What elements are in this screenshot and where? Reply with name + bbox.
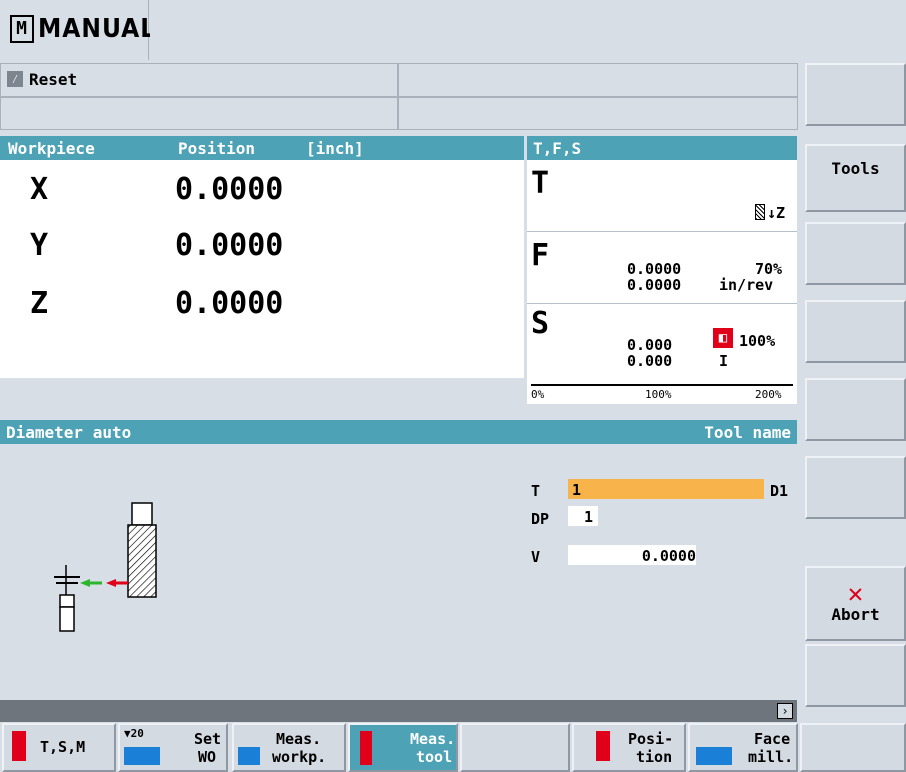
- meas-workpiece-icon: [238, 747, 260, 765]
- tool-name-label: Tool name: [704, 423, 791, 442]
- abort-softkey[interactable]: ✕ Abort: [805, 566, 906, 641]
- dialog-line: [0, 700, 797, 722]
- meas-workp-softkey[interactable]: Meas. workp.: [232, 723, 346, 772]
- set-wo-icon: [124, 747, 160, 765]
- tfs-t-cell: T ↓Z: [527, 160, 797, 232]
- s-value-2: 0.000: [627, 352, 673, 370]
- axis-value: 0.0000: [175, 228, 284, 263]
- scale-min: 0%: [531, 388, 545, 401]
- measure-diameter-diagram: [54, 502, 157, 632]
- v-value: 0.0000: [641, 547, 696, 565]
- scale-mid: 100%: [645, 388, 672, 401]
- tfs-f-cell: F 0.0000 0.0000 70% in/rev: [527, 232, 797, 304]
- position-softkey[interactable]: Posi- tion: [572, 723, 686, 772]
- dp-label: DP: [531, 510, 550, 528]
- reset-status: Reset: [29, 70, 78, 89]
- axis-name: X: [30, 172, 49, 207]
- vsk-6[interactable]: [805, 456, 906, 519]
- axis-value: 0.0000: [175, 172, 284, 207]
- alarm-line: [0, 97, 398, 130]
- scale-max: 200%: [755, 388, 782, 401]
- set-wo-softkey[interactable]: ▼20 Set WO: [118, 723, 228, 772]
- message-line: [398, 97, 798, 130]
- expand-chevron-icon[interactable]: ›: [777, 703, 793, 719]
- s-label: S: [531, 306, 550, 341]
- face-mill-softkey[interactable]: Face mill.: [688, 723, 798, 772]
- reset-icon: ⁄: [7, 71, 23, 87]
- position-panel: X 0.0000 Y 0.0000 Z 0.0000: [0, 160, 524, 378]
- measure-header: Diameter auto Tool name: [0, 420, 797, 444]
- position-header: Workpiece Position [inch]: [0, 136, 524, 160]
- axis-value: 0.0000: [175, 286, 284, 321]
- col-unit: [inch]: [306, 139, 364, 158]
- spindle-stop-icon: ◧: [713, 328, 733, 348]
- tfs-s-cell: S 0.000 0.000 ◧ 100% I: [527, 304, 797, 382]
- program-status: [398, 63, 798, 97]
- v-label: V: [531, 548, 541, 566]
- vsk-4[interactable]: [805, 300, 906, 363]
- override-scale: 0% 100% 200%: [527, 382, 797, 404]
- tfs-title: T,F,S: [533, 139, 582, 158]
- spindle-direction-icon: [755, 204, 765, 220]
- dp-field[interactable]: 1: [568, 506, 598, 526]
- position-icon: [596, 731, 610, 761]
- vsk-5[interactable]: [805, 378, 906, 441]
- abort-x-icon: ✕: [847, 579, 864, 609]
- vsk-3[interactable]: [805, 222, 906, 285]
- v-field[interactable]: 0.0000: [568, 545, 696, 565]
- cutting-edge: D1: [770, 482, 789, 500]
- t-label: T: [531, 166, 550, 201]
- face-mill-icon: [696, 747, 732, 765]
- next-softkey[interactable]: [800, 723, 906, 772]
- dp-value: 1: [584, 508, 594, 526]
- vsk-1[interactable]: [805, 63, 906, 126]
- col-position: Position: [178, 139, 256, 158]
- tool-number: 1: [572, 481, 582, 499]
- tool-name-field[interactable]: 1: [568, 479, 764, 499]
- f-label: F: [531, 238, 550, 273]
- f-unit: in/rev: [719, 276, 774, 294]
- tfs-header: T,F,S: [527, 136, 797, 160]
- t-field-label: T: [531, 482, 541, 500]
- f-value-2: 0.0000: [627, 276, 682, 294]
- s-override: 100%: [739, 332, 776, 350]
- axis-name: Y: [30, 228, 49, 263]
- mode-indicator: M MANUAL: [0, 0, 155, 60]
- meas-tool-softkey[interactable]: Meas. tool: [348, 723, 458, 772]
- mode-label: M MANUAL: [10, 14, 156, 44]
- channel-status: ⁄ Reset: [0, 63, 398, 97]
- measure-title: Diameter auto: [6, 423, 132, 442]
- scale-line: [531, 384, 793, 386]
- empty-softkey[interactable]: [460, 723, 570, 772]
- meas-tool-icon: [360, 731, 372, 765]
- tsm-icon: [12, 731, 26, 761]
- axis-name: Z: [30, 286, 49, 321]
- position-footer: [0, 378, 524, 404]
- t-direction: ↓Z: [767, 204, 786, 222]
- vsk-8[interactable]: [805, 644, 906, 707]
- tsm-softkey[interactable]: T,S,M: [2, 723, 116, 772]
- col-workpiece: Workpiece: [8, 139, 95, 158]
- tools-softkey[interactable]: Tools: [805, 144, 906, 212]
- s-gear: I: [719, 352, 729, 370]
- top-status-area: [150, 0, 906, 60]
- manual-mode-icon: M: [10, 15, 34, 43]
